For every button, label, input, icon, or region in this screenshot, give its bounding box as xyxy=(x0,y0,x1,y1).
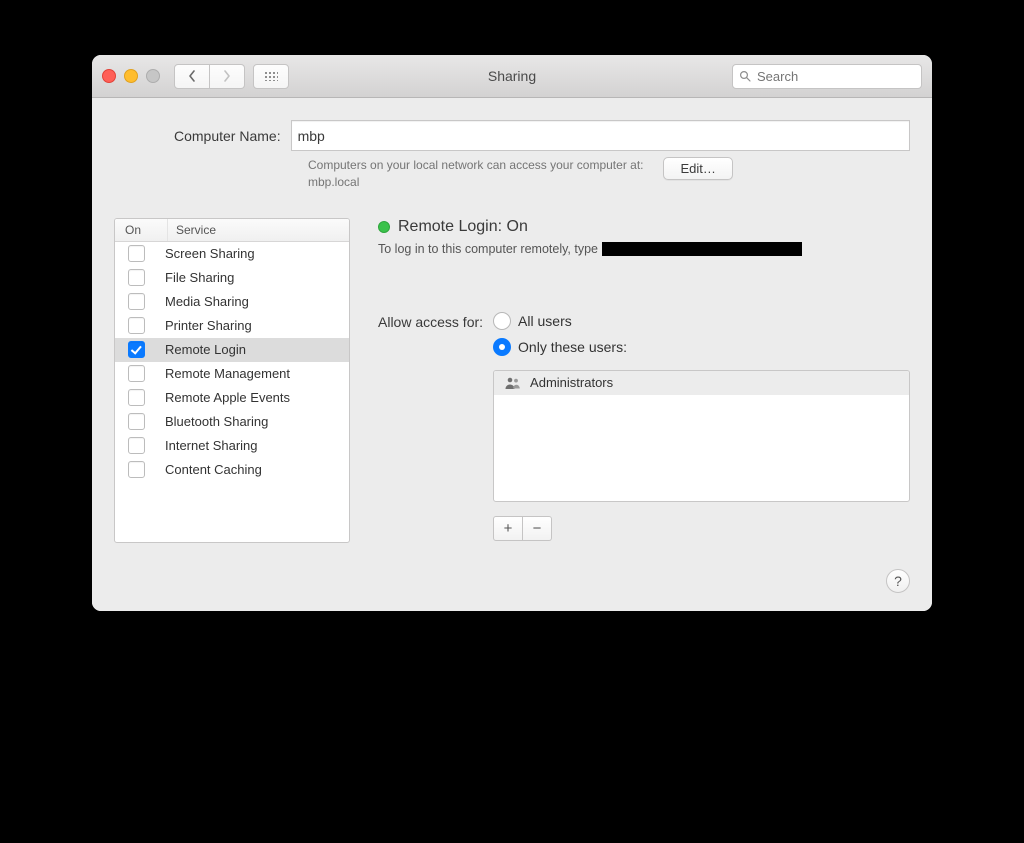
zoom-window-button xyxy=(146,69,160,83)
services-body[interactable]: Screen Sharing File Sharing Media Sharing P… xyxy=(115,242,349,542)
status-indicator-icon xyxy=(378,221,390,233)
user-label: Administrators xyxy=(530,375,613,390)
users-list[interactable]: Administrators xyxy=(493,370,910,502)
computer-name-hint: Computers on your local network can acce… xyxy=(308,157,643,192)
search-input[interactable] xyxy=(755,68,915,85)
sharing-prefpane-window: Sharing Computer Name: Computers on your… xyxy=(92,55,932,611)
radio-icon xyxy=(493,312,511,330)
service-checkbox[interactable] xyxy=(128,413,145,430)
service-label: Printer Sharing xyxy=(157,318,349,333)
service-row[interactable]: Screen Sharing xyxy=(115,242,349,266)
service-row[interactable]: Media Sharing xyxy=(115,290,349,314)
service-label: File Sharing xyxy=(157,270,349,285)
list-item[interactable]: Administrators xyxy=(494,371,909,395)
services-header: On Service xyxy=(115,219,349,242)
service-label: Content Caching xyxy=(157,462,349,477)
service-row[interactable]: Printer Sharing xyxy=(115,314,349,338)
status-text: Remote Login: On xyxy=(398,218,528,236)
radio-icon xyxy=(493,338,511,356)
edit-hostname-button[interactable]: Edit… xyxy=(663,157,732,180)
allow-access-label: Allow access for: xyxy=(378,312,483,330)
service-checkbox[interactable] xyxy=(128,437,145,454)
users-list-buttons: + − xyxy=(493,516,910,541)
service-label: Media Sharing xyxy=(157,294,349,309)
help-row: ? xyxy=(114,569,910,593)
service-label: Internet Sharing xyxy=(157,438,349,453)
forward-button xyxy=(210,64,245,89)
services-table: On Service Screen Sharing File Sharing Med… xyxy=(114,218,350,543)
service-detail: Remote Login: On To log in to this compu… xyxy=(378,218,910,541)
radio-all-users[interactable]: All users xyxy=(493,312,910,330)
status-row: Remote Login: On xyxy=(378,218,910,236)
content-area: Computer Name: Computers on your local n… xyxy=(92,98,932,611)
computer-name-row: Computer Name: xyxy=(174,120,910,151)
minimize-window-button[interactable] xyxy=(124,69,138,83)
computer-name-input[interactable] xyxy=(291,120,910,151)
search-icon xyxy=(739,70,751,82)
add-user-button[interactable]: + xyxy=(493,516,523,541)
service-row[interactable]: Content Caching xyxy=(115,458,349,482)
service-row[interactable]: Remote Management xyxy=(115,362,349,386)
service-checkbox[interactable] xyxy=(128,461,145,478)
allow-access-block: Allow access for: All users Only these u… xyxy=(378,312,910,541)
service-checkbox[interactable] xyxy=(128,365,145,382)
column-service-header[interactable]: Service xyxy=(168,219,349,241)
show-all-button[interactable] xyxy=(253,64,289,89)
close-window-button[interactable] xyxy=(102,69,116,83)
remove-user-button[interactable]: − xyxy=(523,516,552,541)
service-label: Screen Sharing xyxy=(157,246,349,261)
service-label: Remote Login xyxy=(157,342,349,357)
grid-icon xyxy=(264,71,278,81)
help-button[interactable]: ? xyxy=(886,569,910,593)
radio-only-these-users[interactable]: Only these users: xyxy=(493,338,910,356)
redacted-ssh-command xyxy=(602,242,802,256)
login-hint: To log in to this computer remotely, typ… xyxy=(378,242,910,256)
service-label: Remote Apple Events xyxy=(157,390,349,405)
service-checkbox[interactable] xyxy=(128,293,145,310)
titlebar: Sharing xyxy=(92,55,932,98)
service-checkbox[interactable] xyxy=(128,245,145,262)
service-row[interactable]: Bluetooth Sharing xyxy=(115,410,349,434)
nav-buttons xyxy=(174,64,245,89)
search-field[interactable] xyxy=(732,64,922,89)
group-icon xyxy=(504,376,522,390)
window-controls xyxy=(102,69,160,83)
service-checkbox[interactable] xyxy=(128,341,145,358)
service-row[interactable]: Internet Sharing xyxy=(115,434,349,458)
service-label: Remote Management xyxy=(157,366,349,381)
service-row[interactable]: File Sharing xyxy=(115,266,349,290)
computer-name-hint-row: Computers on your local network can acce… xyxy=(308,157,910,192)
service-checkbox[interactable] xyxy=(128,269,145,286)
back-button[interactable] xyxy=(174,64,210,89)
service-row[interactable]: Remote Login xyxy=(115,338,349,362)
column-on-header[interactable]: On xyxy=(115,219,168,241)
computer-name-label: Computer Name: xyxy=(174,128,281,144)
chevron-right-icon xyxy=(223,70,231,82)
service-label: Bluetooth Sharing xyxy=(157,414,349,429)
service-row[interactable]: Remote Apple Events xyxy=(115,386,349,410)
chevron-left-icon xyxy=(188,70,196,82)
service-checkbox[interactable] xyxy=(128,317,145,334)
main-row: On Service Screen Sharing File Sharing Med… xyxy=(114,218,910,543)
service-checkbox[interactable] xyxy=(128,389,145,406)
